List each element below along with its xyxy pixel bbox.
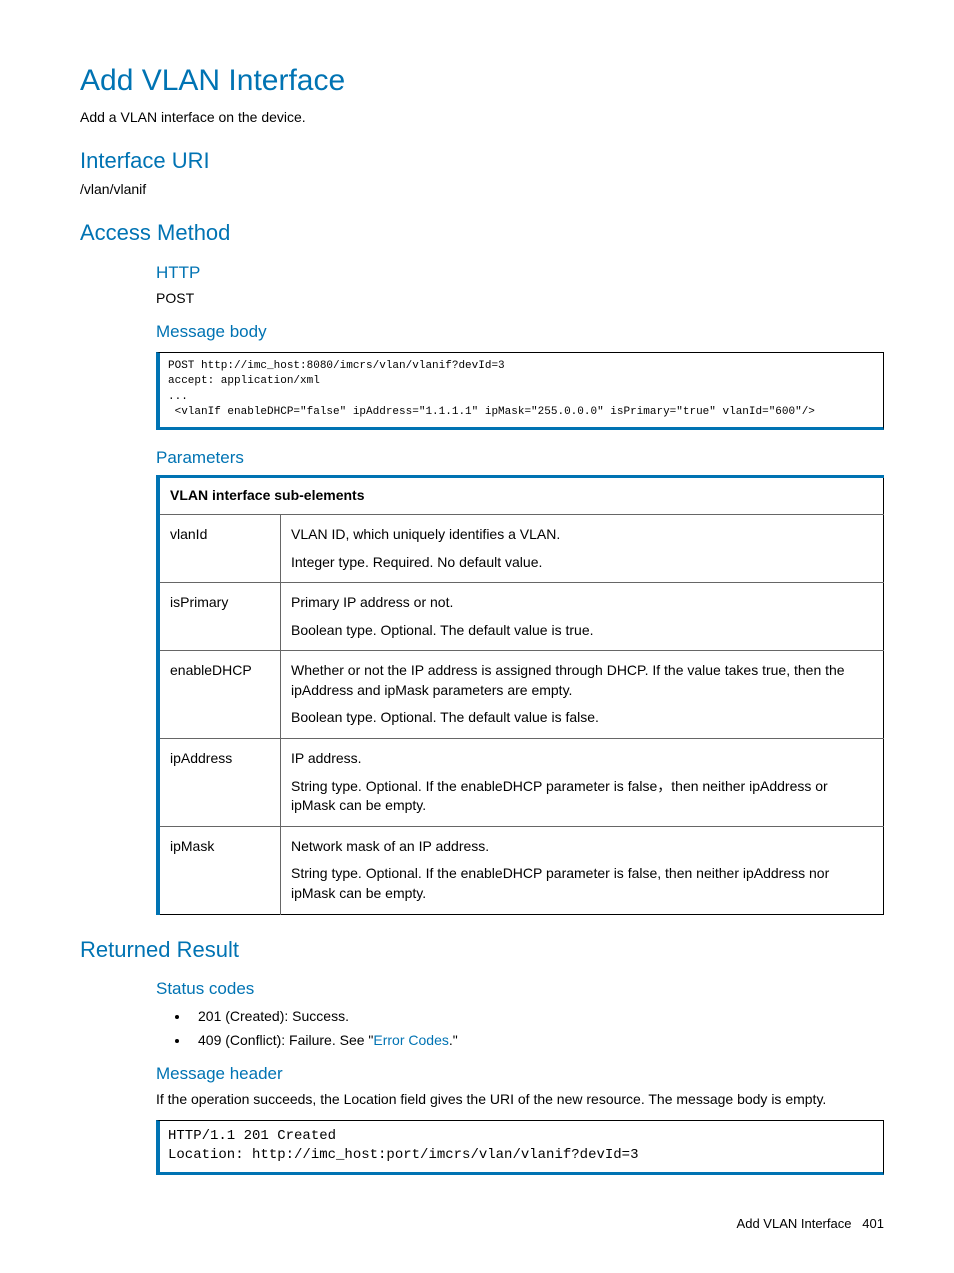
table-row: isPrimary Primary IP address or not. Boo… (158, 583, 884, 651)
returned-result-heading: Returned Result (80, 935, 884, 966)
error-codes-link[interactable]: Error Codes (373, 1032, 448, 1048)
param-name: ipMask (158, 826, 281, 914)
status-codes-heading: Status codes (156, 977, 884, 1001)
table-row: enableDHCP Whether or not the IP address… (158, 651, 884, 739)
param-desc: Primary IP address or not. Boolean type.… (281, 583, 884, 651)
param-name: isPrimary (158, 583, 281, 651)
param-name: ipAddress (158, 739, 281, 827)
status-codes-list: 201 (Created): Success. 409 (Conflict): … (156, 1007, 884, 1050)
interface-uri-heading: Interface URI (80, 146, 884, 177)
list-item: 201 (Created): Success. (190, 1007, 884, 1027)
message-header-heading: Message header (156, 1062, 884, 1086)
list-item: 409 (Conflict): Failure. See "Error Code… (190, 1031, 884, 1051)
message-body-code: POST http://imc_host:8080/imcrs/vlan/vla… (156, 352, 884, 430)
access-method-heading: Access Method (80, 218, 884, 249)
table-row: ipAddress IP address. String type. Optio… (158, 739, 884, 827)
param-name: vlanId (158, 514, 281, 582)
message-header-code: HTTP/1.1 201 Created Location: http://im… (156, 1120, 884, 1175)
footer-page-number: 401 (862, 1216, 884, 1231)
table-header: VLAN interface sub-elements (158, 477, 884, 515)
http-heading: HTTP (156, 261, 884, 285)
param-name: enableDHCP (158, 651, 281, 739)
parameters-heading: Parameters (156, 446, 884, 470)
parameters-table: VLAN interface sub-elements vlanId VLAN … (156, 475, 884, 914)
param-desc: Network mask of an IP address. String ty… (281, 826, 884, 914)
http-method: POST (156, 289, 884, 309)
table-row: ipMask Network mask of an IP address. St… (158, 826, 884, 914)
param-desc: VLAN ID, which uniquely identifies a VLA… (281, 514, 884, 582)
intro-text: Add a VLAN interface on the device. (80, 108, 884, 128)
page-footer: Add VLAN Interface 401 (80, 1215, 884, 1233)
param-desc: IP address. String type. Optional. If th… (281, 739, 884, 827)
param-desc: Whether or not the IP address is assigne… (281, 651, 884, 739)
message-body-heading: Message body (156, 320, 884, 344)
interface-uri-value: /vlan/vlanif (80, 180, 884, 200)
page-title: Add VLAN Interface (80, 60, 884, 102)
message-header-text: If the operation succeeds, the Location … (156, 1090, 884, 1110)
table-row: vlanId VLAN ID, which uniquely identifie… (158, 514, 884, 582)
footer-label: Add VLAN Interface (737, 1216, 852, 1231)
